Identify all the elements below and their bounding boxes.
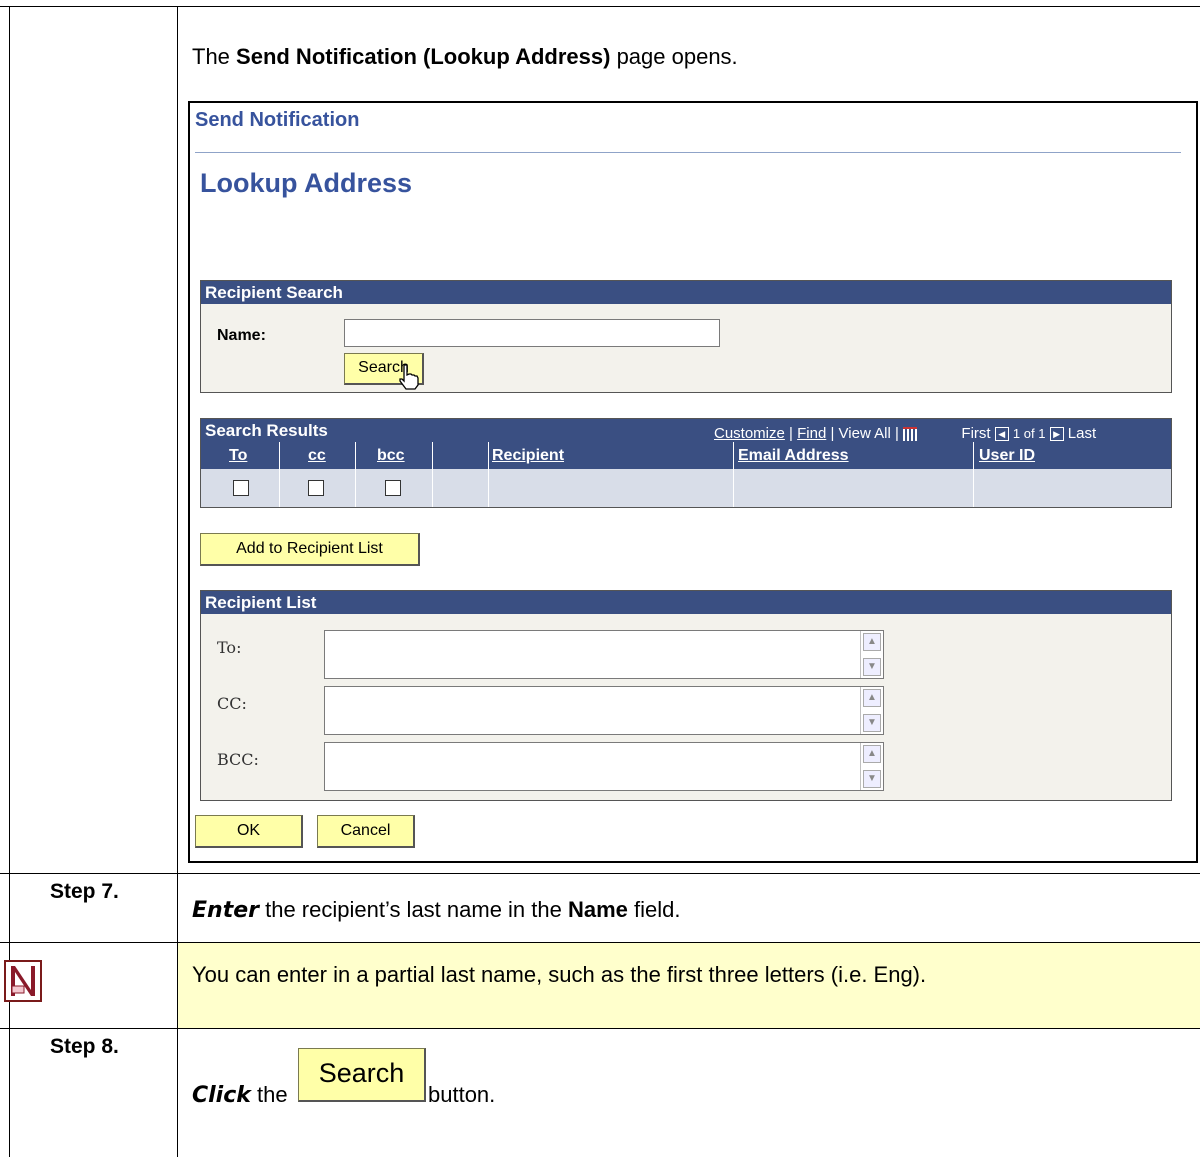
to-checkbox[interactable] [233, 480, 249, 496]
step-8-text-end: button. [428, 1082, 496, 1107]
scroll-up-icon[interactable]: ▲ [863, 633, 881, 651]
scroll-down-icon[interactable]: ▼ [863, 770, 881, 788]
last-label: Last [1067, 425, 1097, 442]
recipient-list-section: Recipient List To: ▲ ▼ CC: ▲ ▼ BCC: ▲ ▼ [200, 590, 1172, 801]
add-to-recipient-list-button[interactable]: Add to Recipient List [200, 533, 420, 566]
scroll-down-icon[interactable]: ▼ [863, 714, 881, 732]
results-grid-header: To cc bcc Recipient Email Address User I… [201, 442, 1171, 469]
recipient-search-section: Recipient Search Name: Search [200, 280, 1172, 393]
bcc-checkbox[interactable] [385, 480, 401, 496]
download-grid-icon[interactable] [903, 427, 918, 442]
scroll-up-icon[interactable]: ▲ [863, 689, 881, 707]
page-count: 1 of 1 [1012, 426, 1046, 441]
column-user-id[interactable]: User ID [979, 442, 1035, 469]
title-divider [195, 152, 1181, 153]
recipient-search-header: Recipient Search [201, 281, 1171, 304]
to-scrollbar[interactable]: ▲ ▼ [860, 631, 883, 678]
column-cc[interactable]: cc [308, 442, 326, 469]
table-border-row3 [0, 1028, 1200, 1029]
cc-scrollbar[interactable]: ▲ ▼ [860, 687, 883, 734]
step-7-text: Enter the recipient’s last name in the N… [192, 897, 681, 923]
to-label: To: [217, 638, 242, 657]
page-heading: Lookup Address [200, 168, 413, 198]
scroll-up-icon[interactable]: ▲ [863, 745, 881, 763]
step-7-label: Step 7. [50, 880, 119, 903]
to-textarea[interactable]: ▲ ▼ [324, 630, 884, 679]
bcc-scrollbar[interactable]: ▲ ▼ [860, 743, 883, 790]
column-email[interactable]: Email Address [738, 442, 849, 469]
recipient-list-header: Recipient List [201, 591, 1171, 614]
intro-text: The Send Notification (Lookup Address) p… [192, 44, 738, 69]
find-link[interactable]: Find [797, 425, 826, 442]
bcc-label: BCC: [217, 750, 259, 769]
note-icon [4, 960, 42, 1002]
cc-label: CC: [217, 694, 247, 713]
view-all-link[interactable]: View All [839, 425, 891, 442]
table-row [201, 469, 1171, 507]
prev-arrow-icon[interactable]: ◀ [994, 427, 1009, 442]
page-title: Send Notification [195, 109, 360, 131]
name-label: Name: [217, 327, 266, 344]
note-glyph-icon [11, 966, 35, 996]
table-border-row1 [0, 873, 1200, 874]
document: The Send Notification (Lookup Address) p… [0, 0, 1200, 1157]
step-8-label: Step 8. [50, 1035, 119, 1058]
customize-link[interactable]: Customize [714, 425, 785, 442]
column-bcc[interactable]: bcc [377, 442, 405, 469]
step-8-text: Click the [192, 1082, 288, 1108]
scroll-down-icon[interactable]: ▼ [863, 658, 881, 676]
screenshot-panel: Send Notification Lookup Address Recipie… [188, 101, 1198, 863]
table-border-top [0, 6, 1200, 7]
bcc-textarea[interactable]: ▲ ▼ [324, 742, 884, 791]
column-to[interactable]: To [229, 442, 247, 469]
search-results-section: Search Results Customize | Find | View A… [200, 418, 1172, 508]
name-input[interactable] [344, 319, 720, 347]
hand-cursor-icon [399, 364, 419, 390]
cc-checkbox[interactable] [308, 480, 324, 496]
column-recipient[interactable]: Recipient [492, 442, 564, 469]
cancel-button[interactable]: Cancel [317, 815, 415, 848]
search-button-image: Search [298, 1048, 426, 1102]
cc-textarea[interactable]: ▲ ▼ [324, 686, 884, 735]
first-label: First [961, 425, 991, 442]
ok-button[interactable]: OK [195, 815, 303, 848]
next-arrow-icon[interactable]: ▶ [1049, 427, 1064, 442]
note-text: You can enter in a partial last name, su… [192, 962, 927, 987]
